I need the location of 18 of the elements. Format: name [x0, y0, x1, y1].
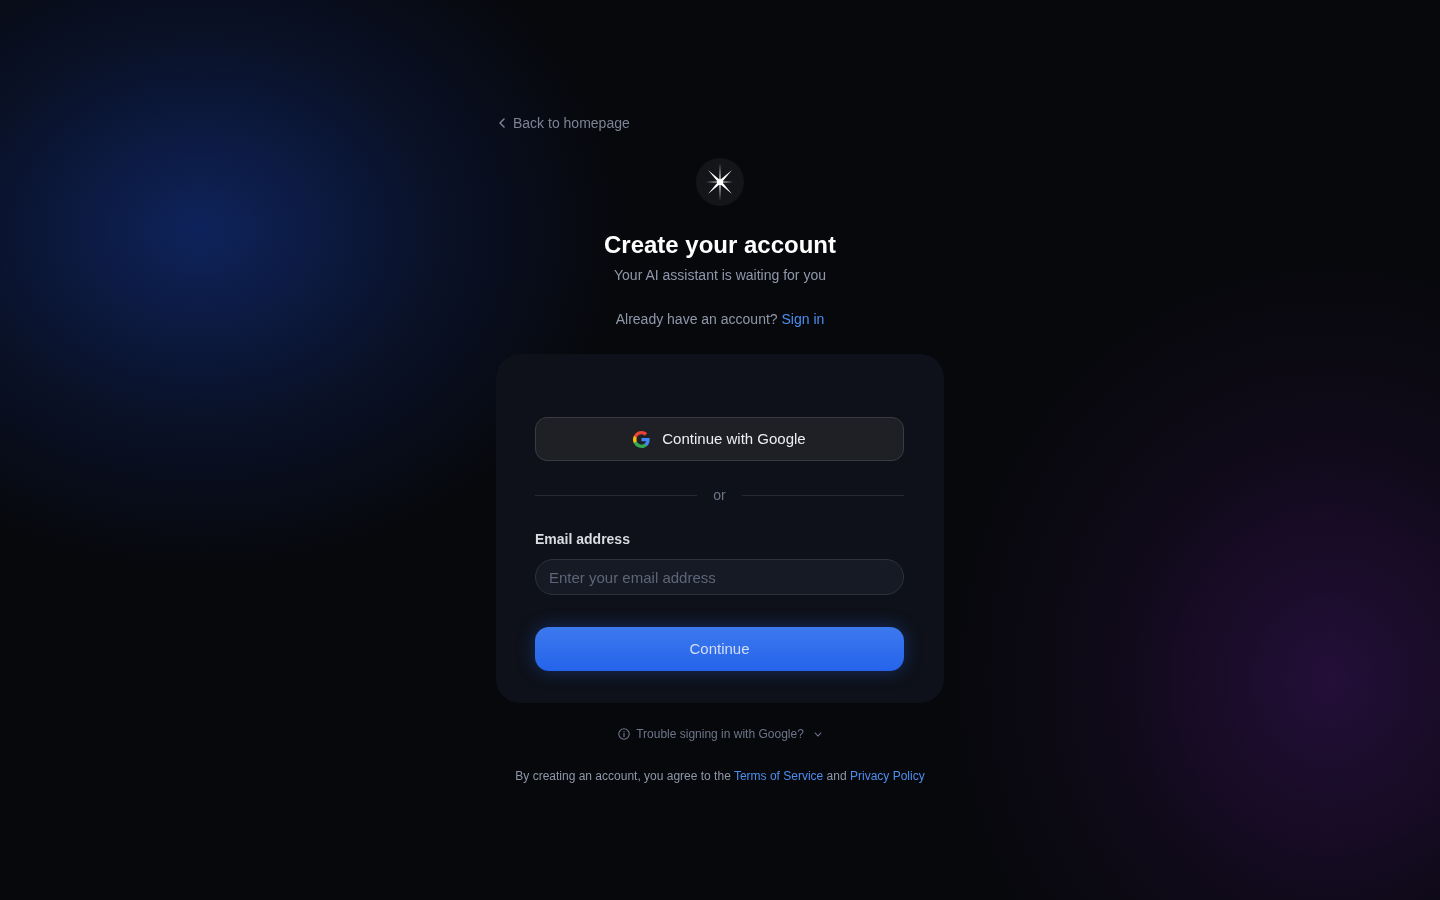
terms-of-service-link[interactable]: Terms of Service: [733, 769, 824, 783]
email-input-field[interactable]: Enter your email address: [535, 559, 904, 595]
page-subtitle: Your AI assistant is waiting for you: [613, 266, 827, 285]
email-label: Email address: [535, 530, 631, 549]
sign-in-prompt: Already have an account? Sign in: [614, 310, 826, 329]
page-title: Create your account: [602, 230, 838, 260]
g-logo-icon: [633, 430, 651, 448]
chevron-left-icon: [499, 118, 505, 128]
sign-in-link[interactable]: Sign in: [781, 311, 825, 327]
divider-text: or: [713, 486, 726, 505]
google-sign-in-button[interactable]: Continue with Google: [535, 417, 904, 461]
star-logo-icon: [696, 158, 744, 206]
privacy-policy-link[interactable]: Privacy Policy: [850, 769, 925, 783]
trouble-signing-in-toggle[interactable]: Trouble signing in with Google?: [618, 726, 822, 742]
legal-notice: By creating an account, you agree to the Terms of Service and Privacy Policy: [514, 768, 926, 784]
continue-button[interactable]: Continue: [535, 627, 904, 671]
info-icon: [618, 728, 631, 740]
back-link[interactable]: Back to homepage: [499, 113, 630, 133]
